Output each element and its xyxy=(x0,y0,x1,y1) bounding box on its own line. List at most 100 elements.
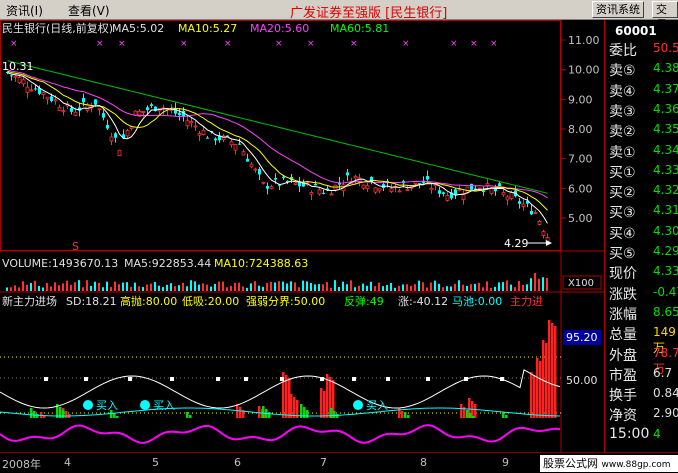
candle-body xyxy=(197,133,202,136)
candle-body xyxy=(117,149,122,157)
volume-ma5-label: MA5:922853.44 xyxy=(124,257,211,270)
candle-body xyxy=(438,190,441,194)
x-marker: × xyxy=(350,39,358,49)
quote-row-label: 15:00 xyxy=(609,425,650,442)
candle-body xyxy=(346,172,349,176)
signal-markers: × × × × × × × × × × × × xyxy=(10,39,498,49)
quote-row-value: 50.51% xyxy=(653,41,678,55)
quote-row-value: 6.7 xyxy=(653,365,673,380)
indicator-dixi: 低吸:20.00 xyxy=(182,295,239,308)
indicator-red-bar xyxy=(542,340,545,418)
info-system-button[interactable]: 资讯系统 xyxy=(592,1,644,18)
ma20-label: MA20:5.60 xyxy=(250,22,309,35)
volume-bar xyxy=(518,281,520,291)
x-marker: × xyxy=(307,39,315,49)
indicator-green-bar xyxy=(407,415,410,418)
candle-body xyxy=(389,188,394,193)
indicator-green-bar xyxy=(472,416,475,418)
volume-bar xyxy=(446,286,448,291)
indicator-qiangruo: 强弱分界:50.00 xyxy=(246,295,325,308)
volume-bar xyxy=(230,285,232,291)
volume-bar xyxy=(454,283,456,291)
quote-row: 卖⑤ 4.38 xyxy=(609,60,678,80)
quote-row-value: 4.35 xyxy=(653,122,678,137)
volume-bar xyxy=(370,281,372,291)
candle-body xyxy=(521,203,526,207)
quote-row: 买③ 4.31 xyxy=(609,202,678,222)
candle-body xyxy=(505,196,510,201)
watermark-text: 股票公式网 xyxy=(543,457,598,470)
volume-bar xyxy=(382,286,384,291)
x-marker: × xyxy=(118,39,126,49)
candle-body xyxy=(309,192,314,195)
volume-bar xyxy=(198,284,200,291)
candle-body xyxy=(454,189,457,195)
indicator-gaopao: 高抛:80.00 xyxy=(120,294,177,308)
indicator-red-bar xyxy=(545,343,548,418)
indicator-name: 新主力进场 xyxy=(2,294,57,308)
volume-bar xyxy=(402,284,404,291)
volume-bar xyxy=(122,282,124,291)
candle-body xyxy=(477,187,482,190)
indicator-red-bar xyxy=(258,406,261,418)
volume-bar xyxy=(342,281,344,291)
volume-bar xyxy=(318,284,320,291)
volume-bar xyxy=(530,278,532,291)
date-label: 2008年 xyxy=(2,458,41,471)
date-label: 8 xyxy=(420,456,427,469)
indicator-magenta-line xyxy=(0,424,561,444)
indicator-green-bar xyxy=(502,412,505,418)
candle-body xyxy=(457,189,462,192)
volume-bar xyxy=(210,286,212,291)
indicator-dot xyxy=(44,377,48,381)
volume-bar xyxy=(82,287,84,291)
quote-row-value: 4.32 xyxy=(653,183,678,198)
candle-body xyxy=(233,144,238,151)
candle-body xyxy=(201,129,206,135)
quote-row: 换手 0.84% xyxy=(609,385,678,405)
volume-bar xyxy=(378,282,380,291)
volume-bar xyxy=(50,286,52,291)
indicator-green-bar xyxy=(306,410,309,418)
quote-row-value: 4.38 xyxy=(653,61,678,76)
quote-row-label: 买③ xyxy=(609,205,636,222)
volume-bar xyxy=(166,284,168,291)
trade-button[interactable]: 交易 xyxy=(652,1,678,31)
menu-view[interactable]: 查看(V) xyxy=(68,2,110,19)
volume-bar xyxy=(218,281,220,291)
indicator-green-bar xyxy=(333,411,336,418)
indicator-fantan: 反弹:49 xyxy=(344,294,384,308)
indicator-dot xyxy=(170,377,174,381)
quote-row-label: 卖① xyxy=(609,144,636,161)
quote-row-value: -0.47 xyxy=(653,284,678,299)
stock-chart[interactable]: 民生银行(日线,前复权) MA5:5.02 MA10:5.27 MA20:5.6… xyxy=(0,20,604,452)
candle-body xyxy=(193,125,198,128)
ma5-line xyxy=(7,72,548,224)
volume-bar xyxy=(126,282,128,291)
x-marker: × xyxy=(450,39,458,49)
candle-body xyxy=(229,141,234,146)
volume-bar xyxy=(278,281,280,291)
indicator-green-bar xyxy=(336,414,339,418)
candle-body xyxy=(141,111,146,113)
candle-body xyxy=(17,77,22,84)
volume-bar xyxy=(18,287,20,291)
quote-row-value: 4 xyxy=(653,426,661,441)
price-tick-label: 8.00 xyxy=(568,123,593,136)
indicator-red-bar xyxy=(239,407,242,418)
volume-bar xyxy=(498,282,500,291)
volume-bar xyxy=(186,286,188,291)
volume-bar xyxy=(542,277,544,291)
volume-bar xyxy=(282,281,284,291)
stock-name: 民生银行(日线,前复权) xyxy=(2,21,113,35)
menu-info[interactable]: 资讯(I) xyxy=(6,2,43,19)
candle-body xyxy=(361,184,366,189)
volume-bar xyxy=(254,281,256,291)
volume-bar xyxy=(154,281,156,291)
candle-body xyxy=(29,89,34,92)
volume-bar xyxy=(194,281,196,291)
candle-body xyxy=(397,190,402,193)
ma20-line xyxy=(7,69,548,199)
candle-body xyxy=(426,175,429,180)
date-label: 5 xyxy=(152,456,159,469)
